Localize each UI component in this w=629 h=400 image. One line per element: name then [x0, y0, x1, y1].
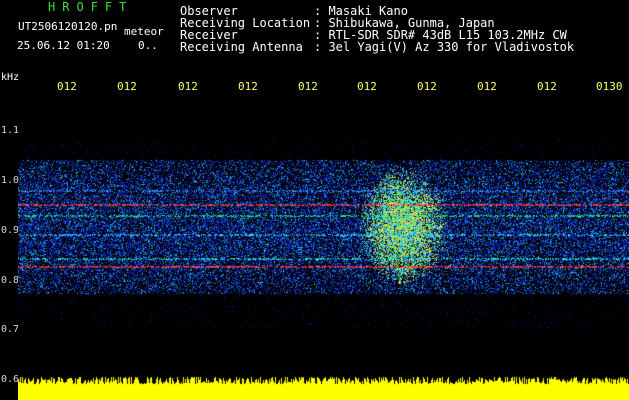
hrofft-spectrogram-window: HROFFT UT2506120120.pn meteor 25.06.12 0…	[0, 0, 629, 400]
time-tick-label: 012	[178, 80, 198, 93]
filename-label: UT2506120120.pn	[18, 20, 118, 33]
time-tick-label: 012	[357, 80, 377, 93]
y-tick-label: 0.9	[1, 225, 20, 236]
time-tick-label: 012	[57, 80, 77, 93]
y-tick-label: 0.6	[1, 374, 20, 385]
frequency-unit-label: kHz	[1, 72, 20, 83]
y-tick-label: 1.0	[1, 175, 20, 186]
antenna-value: : 3el Yagi(V) Az 330 for Vladivostok	[314, 40, 575, 54]
datetime-label: 25.06.12 01:20	[17, 39, 110, 52]
time-tick-label: 012	[417, 80, 437, 93]
y-tick-label: 1.1	[1, 125, 20, 136]
event-type-label: meteor	[124, 25, 164, 38]
y-tick-label: 0.8	[1, 275, 20, 286]
time-tick-label: 012	[117, 80, 137, 93]
time-tick-label: 012	[537, 80, 557, 93]
time-tick-label: 012	[238, 80, 258, 93]
time-tick-label: 012	[298, 80, 318, 93]
signal-level-bar	[18, 376, 629, 400]
app-title: HROFFT	[48, 0, 134, 14]
time-tick-label: 0130	[596, 80, 623, 93]
antenna-label: Receiving Antenna	[180, 40, 303, 54]
count-label: 0..	[138, 39, 158, 52]
spectrogram-plot	[18, 98, 629, 376]
time-tick-label: 012	[477, 80, 497, 93]
y-tick-label: 0.7	[1, 324, 20, 335]
